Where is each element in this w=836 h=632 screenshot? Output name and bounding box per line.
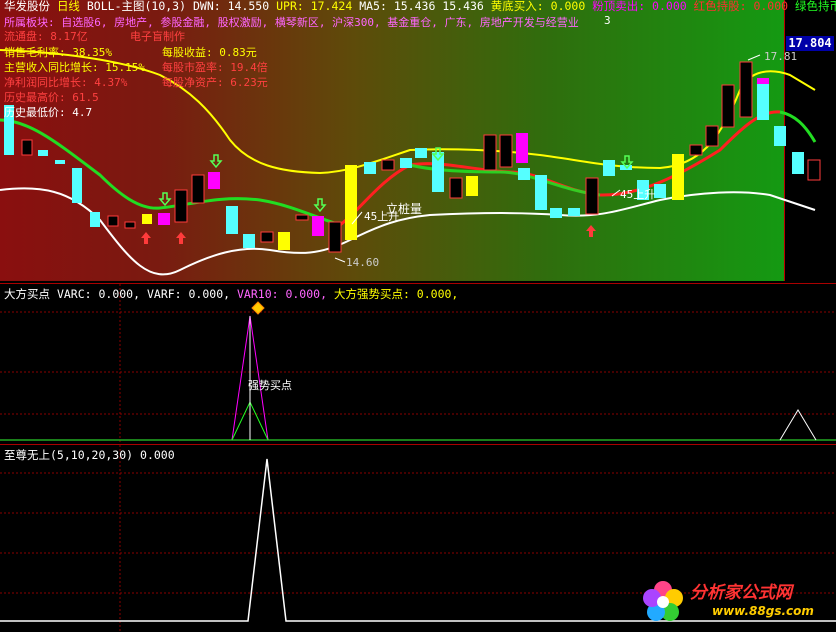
flower-icon	[643, 581, 683, 621]
nav-per-share: 每股净资产: 6.23元	[162, 76, 268, 89]
main-chart-svg	[0, 49, 821, 276]
sector-line: 所属板块: 自选股6, 房地产, 参股金融, 股权激励, 横琴新区, 沪深300…	[4, 16, 579, 29]
revenue-growth: 主营收入同比增长: 15.15%	[4, 61, 145, 74]
hist-high: 历史最高价: 61.5	[4, 91, 99, 104]
peak-count: 3	[604, 14, 611, 27]
buy-point-panel[interactable]: 大方买点 VARC: 0.000, VARF: 0.000, VAR10: 0.…	[0, 283, 836, 444]
panel2-title[interactable]: 大方买点	[4, 287, 50, 301]
panel3-value: 0.000	[140, 448, 175, 462]
panel3-header: 至尊无上(5,10,20,30) 0.000	[4, 447, 175, 463]
profit-growth: 净利润同比增长: 4.37%	[4, 76, 128, 89]
main-header: 华发股份 日线 BOLL-主图(10,3) DWN: 14.550 UPR: 1…	[4, 0, 836, 14]
stock-name[interactable]: 华发股份	[4, 0, 50, 13]
varc-value: VARC: 0.000,	[56, 287, 141, 301]
candles	[4, 61, 821, 253]
buy-arrows	[141, 225, 596, 244]
green-wait-value: 绿色持币: 0	[795, 0, 836, 13]
bottom-buy-value: 黄底买入: 0.000	[490, 0, 586, 13]
main-chart-panel[interactable]: 17.804 华发股份 日线 BOLL-主图(10,3) DWN: 14.550…	[0, 0, 836, 283]
up45-label-b: 45上升	[620, 188, 656, 201]
eps: 每股收益: 0.83元	[162, 46, 257, 59]
strong-buy-label: 强势买点	[248, 379, 292, 392]
var10-value: VAR10: 0.000,	[237, 287, 328, 301]
ma5-value: MA5: 15.436	[359, 0, 436, 13]
buy-point-svg	[0, 284, 836, 444]
watermark-url: www.88gs.com	[712, 604, 814, 618]
hist-low: 历史最低价: 4.7	[4, 106, 93, 119]
pile-label: 立桩量	[386, 202, 423, 216]
period-label[interactable]: 日线	[57, 0, 80, 13]
low-price-label: 14.60	[346, 256, 380, 269]
pe-ratio: 每股市盈率: 19.4倍	[162, 61, 268, 74]
red-hold-value: 红色持股: 0.000	[693, 0, 789, 13]
dwn-value: DWN: 14.550	[192, 0, 270, 13]
watermark-brand: 分析家公式网	[690, 583, 792, 603]
ma-value-2: 15.436	[442, 0, 484, 13]
upr-value: UPR: 17.424	[276, 0, 353, 13]
indicator-name[interactable]: BOLL-主图(10,3)	[87, 0, 186, 13]
varf-value: VARF: 0.000,	[146, 287, 231, 301]
peak-sell-value: 粉顶卖出: 0.000	[592, 0, 687, 13]
strong-buy-value: 大方强势买点: 0.000,	[333, 287, 459, 301]
watermark-logo: 分析家公式网 www.88gs.com	[638, 576, 828, 626]
gross-margin: 销售毛利率: 38.35%	[4, 46, 112, 59]
author-label: 电子盲制作	[130, 30, 185, 43]
circulating-cap: 流通盘: 8.17亿	[4, 30, 88, 43]
panel3-title[interactable]: 至尊无上(5,10,20,30)	[4, 448, 133, 462]
panel2-header: 大方买点 VARC: 0.000, VARF: 0.000, VAR10: 0.…	[4, 286, 458, 302]
boll-mid-line-green	[0, 118, 341, 227]
high-price-label: 17.81	[764, 50, 798, 63]
